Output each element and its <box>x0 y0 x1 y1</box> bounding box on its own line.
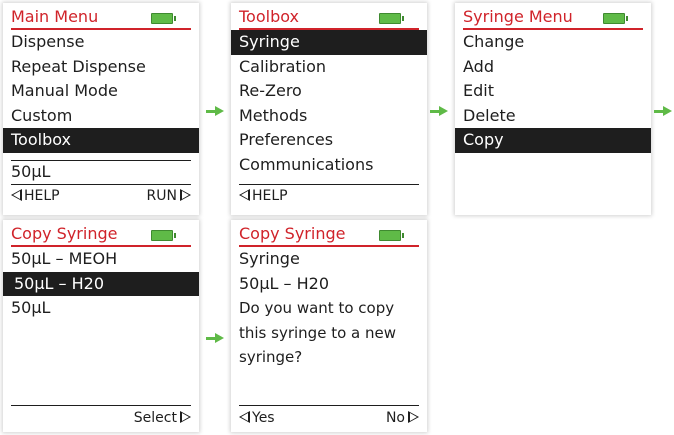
menu-item-edit[interactable]: Edit <box>455 79 651 104</box>
menu-item-change[interactable]: Change <box>455 30 651 55</box>
syringe-menu-screen: Syringe Menu Change Add Edit Delete Copy <box>455 3 651 215</box>
confirm-message-line-2: this syringe to a new <box>239 323 396 342</box>
toolbox-screen: Toolbox Syringe Calibration Re-Zero Meth… <box>231 3 427 215</box>
right-arrow-icon <box>206 333 224 343</box>
screen-title: Copy Syringe <box>239 224 346 243</box>
screen-title: Copy Syringe <box>11 224 118 243</box>
battery-icon <box>151 230 176 241</box>
right-arrow-icon <box>206 106 224 116</box>
screen-title: Main Menu <box>11 7 99 26</box>
copy-syringe-select-screen: Copy Syringe 50µL – MEOH 50µL – H20 50µL… <box>3 220 199 432</box>
footer-divider <box>11 184 191 185</box>
syringe-option-plain[interactable]: 50µL <box>3 296 199 321</box>
confirm-message-line-3: syringe? <box>239 348 303 366</box>
left-triangle-icon <box>239 411 250 423</box>
screen-title: Syringe Menu <box>463 7 573 26</box>
select-softkey[interactable]: Select <box>134 408 191 428</box>
menu-item-syringe[interactable]: Syringe <box>231 30 427 55</box>
run-softkey[interactable]: RUN <box>147 186 191 206</box>
footer-divider <box>239 184 419 185</box>
right-arrow-icon <box>430 106 448 116</box>
help-label: HELP <box>24 188 60 204</box>
menu-item-custom[interactable]: Custom <box>3 104 199 129</box>
syringe-label: Syringe <box>239 249 300 268</box>
menu-item-methods[interactable]: Methods <box>231 104 427 129</box>
menu-item-add[interactable]: Add <box>455 55 651 80</box>
copy-syringe-confirm-screen: Copy Syringe Syringe 50µL – H20 Do you w… <box>231 220 427 432</box>
main-menu-screen: Main Menu Dispense Repeat Dispense Manua… <box>3 3 199 215</box>
help-softkey[interactable]: HELP <box>239 186 288 206</box>
right-triangle-icon <box>180 189 191 201</box>
left-triangle-icon <box>11 189 22 201</box>
menu-item-toolbox[interactable]: Toolbox <box>3 128 199 153</box>
confirm-message-line-1: Do you want to copy <box>239 299 395 317</box>
no-label: No <box>385 410 405 426</box>
battery-icon <box>379 13 404 24</box>
menu-item-calibration[interactable]: Calibration <box>231 55 427 80</box>
screen-title: Toolbox <box>239 7 299 26</box>
menu-item-dispense[interactable]: Dispense <box>3 30 199 55</box>
right-arrow-icon <box>654 106 672 116</box>
no-softkey[interactable]: No <box>386 408 419 428</box>
menu-item-copy[interactable]: Copy <box>455 128 651 153</box>
battery-icon <box>603 13 628 24</box>
menu-item-manual-mode[interactable]: Manual Mode <box>3 79 199 104</box>
syringe-status: 50µL <box>11 162 51 181</box>
footer-divider <box>239 405 419 406</box>
run-label: RUN <box>146 188 177 204</box>
syringe-option-h20[interactable]: 50µL – H20 <box>3 271 199 296</box>
right-triangle-icon <box>180 411 191 423</box>
select-label: Select <box>133 410 177 426</box>
yes-softkey[interactable]: Yes <box>239 408 275 428</box>
right-triangle-icon <box>408 411 419 423</box>
footer-divider <box>11 405 191 406</box>
yes-label: Yes <box>252 410 275 426</box>
syringe-option-meoh[interactable]: 50µL – MEOH <box>3 247 199 272</box>
help-softkey[interactable]: HELP <box>11 186 60 206</box>
menu-item-repeat-dispense[interactable]: Repeat Dispense <box>3 55 199 80</box>
syringe-name: 50µL – H20 <box>239 273 330 293</box>
battery-icon <box>379 230 404 241</box>
menu-item-re-zero[interactable]: Re-Zero <box>231 79 427 104</box>
menu-item-delete[interactable]: Delete <box>455 104 651 129</box>
menu-item-communications[interactable]: Communications <box>231 153 427 178</box>
left-triangle-icon <box>239 189 250 201</box>
menu-item-preferences[interactable]: Preferences <box>231 128 427 153</box>
battery-icon <box>151 13 176 24</box>
help-label: HELP <box>252 188 288 204</box>
